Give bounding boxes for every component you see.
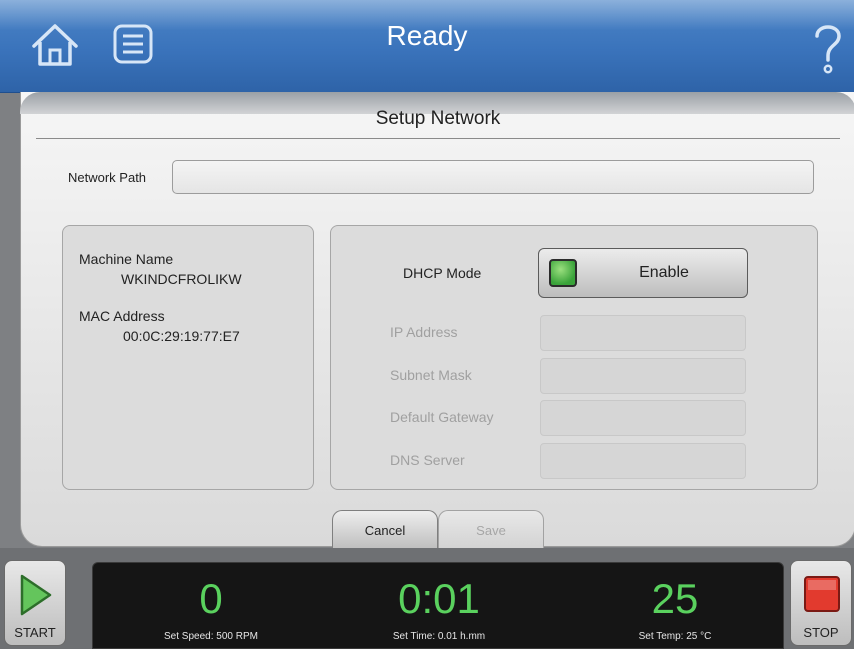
mac-address-label: MAC Address (79, 308, 165, 324)
stop-label: STOP (803, 625, 839, 640)
play-icon (20, 574, 52, 616)
default-gateway-field[interactable] (540, 400, 746, 436)
machine-name-label: Machine Name (79, 251, 174, 267)
dhcp-enable-label: Enable (639, 264, 689, 281)
cancel-button[interactable]: Cancel (332, 510, 438, 548)
title-divider (36, 138, 840, 139)
default-gateway-label: Default Gateway (390, 409, 494, 425)
run-status-display: 0 Set Speed: 500 RPM 0:01 Set Time: 0.01… (92, 562, 784, 649)
dns-server-label: DNS Server (390, 452, 465, 468)
start-button[interactable]: START (4, 560, 66, 646)
dhcp-enable-button[interactable]: Enable (538, 248, 748, 298)
dhcp-status-indicator (549, 259, 577, 287)
network-path-input[interactable] (172, 160, 814, 194)
stop-button[interactable]: STOP (790, 560, 852, 646)
subnet-mask-label: Subnet Mask (390, 367, 472, 383)
subnet-mask-field[interactable] (540, 358, 746, 394)
dns-server-field[interactable] (540, 443, 746, 479)
machine-name-value: WKINDCFROLIKW (121, 271, 242, 287)
dhcp-mode-label: DHCP Mode (403, 265, 482, 281)
ip-address-label: IP Address (390, 324, 458, 340)
stop-square-icon (804, 576, 840, 612)
set-speed-label: Set Speed: 500 RPM (164, 631, 258, 642)
page-title: Setup Network (375, 108, 501, 129)
help-button[interactable] (810, 18, 846, 78)
speed-value: 0 (199, 575, 223, 622)
save-button[interactable]: Save (438, 510, 544, 548)
temp-value: 25 (651, 575, 699, 622)
time-value: 0:01 (398, 575, 480, 622)
start-label: START (14, 625, 56, 640)
network-path-label: Network Path (68, 170, 147, 185)
status-title: Ready (386, 20, 468, 51)
mac-address-value: 00:0C:29:19:77:E7 (123, 328, 240, 344)
ip-address-field[interactable] (540, 315, 746, 351)
question-mark-icon (815, 25, 841, 74)
set-temp-label: Set Temp: 25 °C (638, 631, 712, 642)
set-time-label: Set Time: 0.01 h.mm (392, 631, 486, 642)
